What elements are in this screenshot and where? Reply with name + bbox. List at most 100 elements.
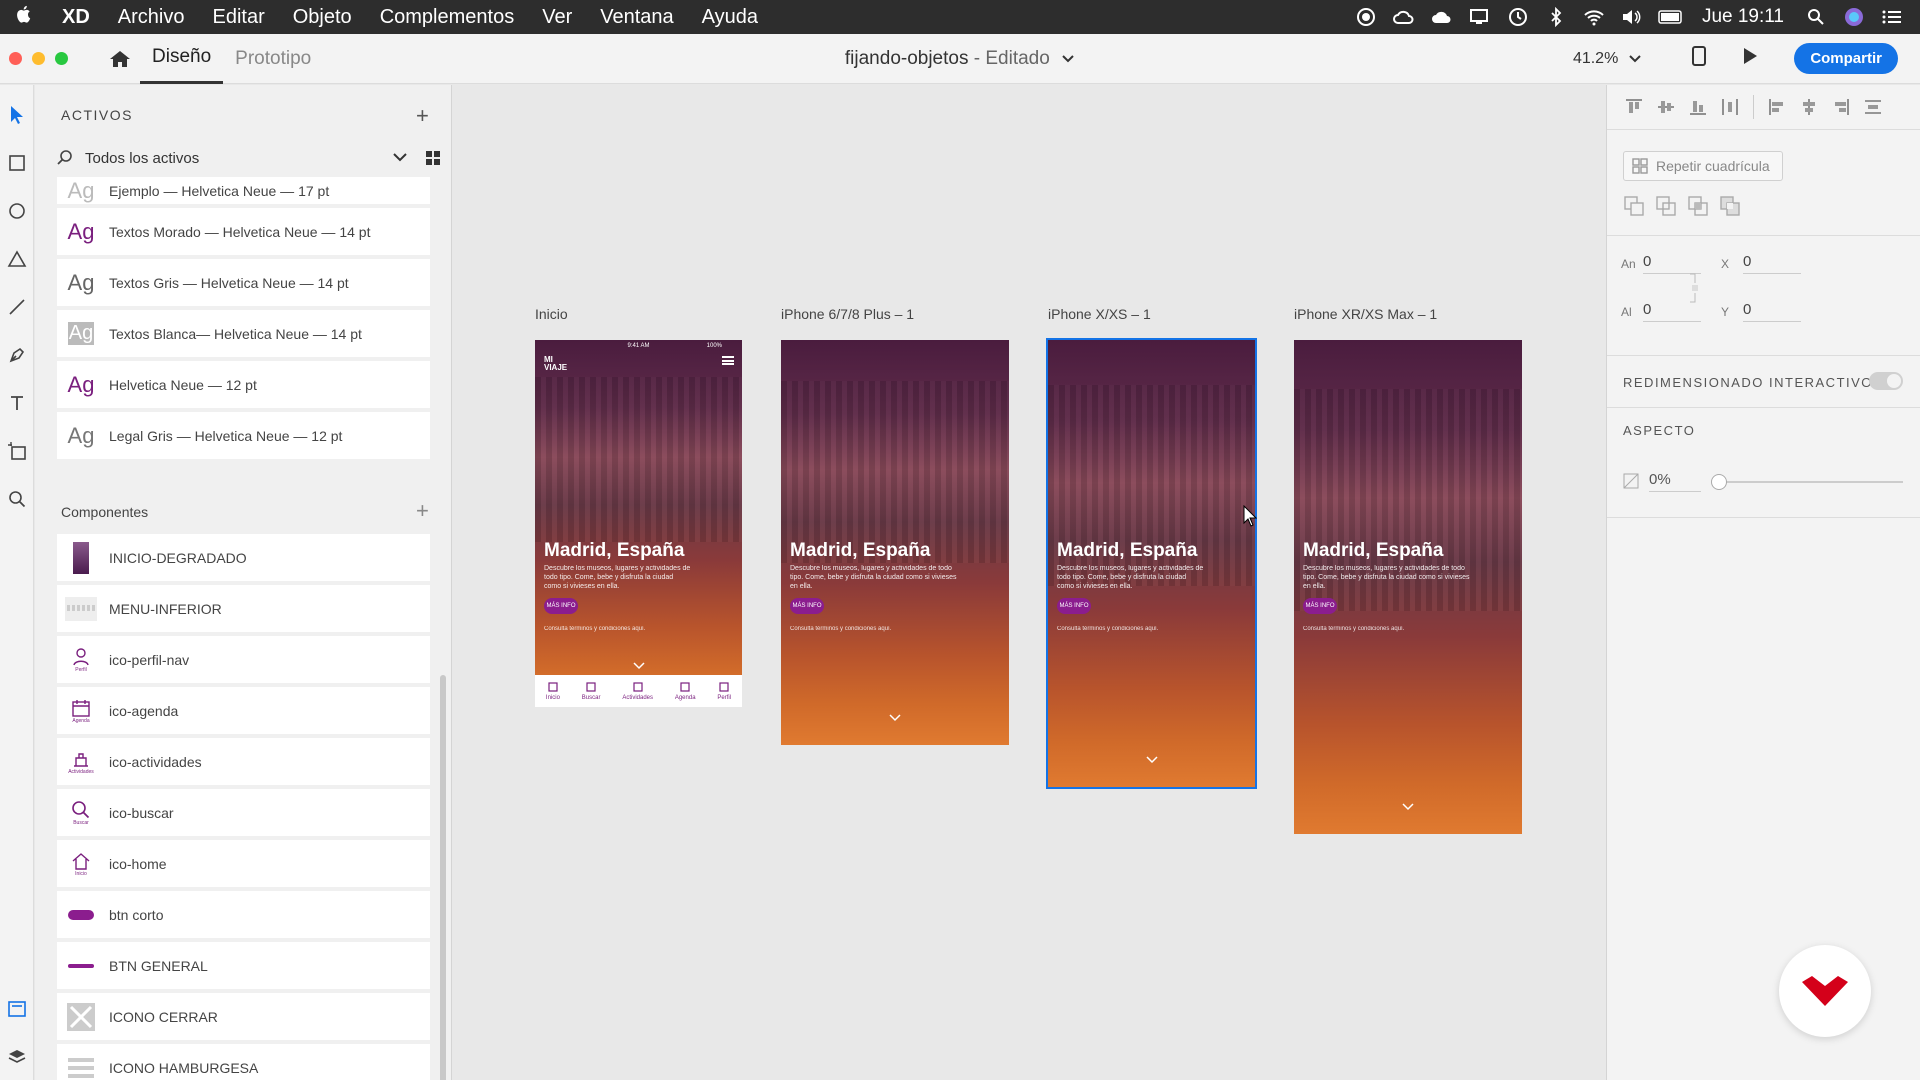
repeat-grid-button[interactable]: Repetir cuadrícula xyxy=(1623,151,1783,181)
menubar-clock[interactable]: Jue 19:11 xyxy=(1696,6,1790,28)
ellipse-tool-icon[interactable] xyxy=(5,199,29,223)
tab-prototype[interactable]: Prototipo xyxy=(223,34,323,84)
char-style-item[interactable]: Ag Textos Morado — Helvetica Neue — 14 pt xyxy=(57,208,430,255)
apple-icon[interactable] xyxy=(0,4,48,30)
creative-cloud-icon[interactable] xyxy=(1392,7,1416,27)
design-canvas[interactable]: Inicio Madrid, España Descubre los museos,… xyxy=(453,85,1605,1080)
component-item[interactable]: ICONO HAMBURGESA xyxy=(57,1044,430,1080)
component-item[interactable]: MENU-INFERIOR xyxy=(57,585,430,632)
bottom-nav-item[interactable]: Inicio xyxy=(546,681,560,701)
more-info-button[interactable]: MÁS INFO xyxy=(1057,598,1091,614)
component-item[interactable]: INICIO-DEGRADADO xyxy=(57,534,430,581)
artboard[interactable]: Madrid, España Descubre los museos, lugar… xyxy=(1294,340,1522,834)
battery-icon[interactable] xyxy=(1658,7,1682,27)
time-machine-icon[interactable] xyxy=(1506,7,1530,27)
boolean-exclude-icon[interactable] xyxy=(1719,195,1741,217)
component-item[interactable]: BTN GENERAL xyxy=(57,942,430,989)
boolean-intersect-icon[interactable] xyxy=(1687,195,1709,217)
artboard-name[interactable]: iPhone XR/XS Max – 1 xyxy=(1294,306,1437,322)
artboard-tool-icon[interactable] xyxy=(5,439,29,463)
add-asset-icon[interactable]: + xyxy=(416,103,429,129)
terms-link[interactable]: Consulta términos y condiciones aquí. xyxy=(790,626,891,632)
align-right-icon[interactable] xyxy=(1832,98,1850,116)
bottom-nav-item[interactable]: Buscar xyxy=(582,681,600,701)
polygon-tool-icon[interactable] xyxy=(5,247,29,271)
zoom-tool-icon[interactable] xyxy=(5,487,29,511)
component-item[interactable]: Agenda ico-agenda xyxy=(57,687,430,734)
opacity-slider-track[interactable] xyxy=(1717,481,1903,483)
assets-filter[interactable]: Todos los activos xyxy=(57,143,442,173)
display-icon[interactable] xyxy=(1468,7,1492,27)
notification-center-icon[interactable] xyxy=(1880,7,1904,27)
responsive-resize-toggle[interactable] xyxy=(1869,372,1903,390)
artboard[interactable]: Madrid, España Descubre los museos, lugar… xyxy=(781,340,1009,745)
spotlight-search-icon[interactable] xyxy=(1804,7,1828,27)
pen-tool-icon[interactable] xyxy=(5,343,29,367)
menu-archivo[interactable]: Archivo xyxy=(104,6,199,29)
height-field[interactable]: 0 xyxy=(1643,301,1701,322)
align-middle-icon[interactable] xyxy=(1657,98,1675,116)
close-window-icon[interactable] xyxy=(9,52,22,65)
record-icon[interactable] xyxy=(1354,7,1378,27)
more-info-button[interactable]: MÁS INFO xyxy=(1303,598,1337,614)
tab-design[interactable]: Diseño xyxy=(140,34,224,84)
component-item[interactable]: Buscar ico-buscar xyxy=(57,789,430,836)
component-item[interactable]: Inicio ico-home xyxy=(57,840,430,887)
rectangle-tool-icon[interactable] xyxy=(5,151,29,175)
align-bottom-icon[interactable] xyxy=(1689,98,1707,116)
distribute-vertical-icon[interactable] xyxy=(1864,98,1882,116)
component-item[interactable]: Perfil ico-perfil-nav xyxy=(57,636,430,683)
wifi-icon[interactable] xyxy=(1582,7,1606,27)
boolean-subtract-icon[interactable] xyxy=(1655,195,1677,217)
align-top-icon[interactable] xyxy=(1625,98,1643,116)
menu-objeto[interactable]: Objeto xyxy=(279,6,366,29)
menu-editar[interactable]: Editar xyxy=(199,6,279,29)
width-field[interactable]: 0 xyxy=(1643,253,1701,274)
artboard-name[interactable]: iPhone X/XS – 1 xyxy=(1048,306,1151,322)
component-item[interactable]: ICONO CERRAR xyxy=(57,993,430,1040)
bottom-nav-item[interactable]: Agenda xyxy=(675,681,696,701)
component-item[interactable]: btn corto xyxy=(57,891,430,938)
terms-link[interactable]: Consulta términos y condiciones aquí. xyxy=(1057,626,1158,632)
app-name[interactable]: XD xyxy=(48,6,104,29)
bluetooth-icon[interactable] xyxy=(1544,7,1568,27)
add-component-icon[interactable]: + xyxy=(416,498,429,524)
more-info-button[interactable]: MÁS INFO xyxy=(544,598,578,614)
align-center-icon[interactable] xyxy=(1800,98,1818,116)
artboard-name[interactable]: iPhone 6/7/8 Plus – 1 xyxy=(781,306,914,322)
assets-panel-icon[interactable] xyxy=(5,997,29,1021)
distribute-horizontal-icon[interactable] xyxy=(1721,98,1739,116)
layers-panel-icon[interactable] xyxy=(5,1045,29,1069)
align-left-icon[interactable] xyxy=(1768,98,1786,116)
grid-view-icon[interactable] xyxy=(426,151,440,165)
chevron-down-icon[interactable] xyxy=(392,152,408,164)
terms-link[interactable]: Consulta términos y condiciones aquí. xyxy=(1303,626,1404,632)
select-tool-icon[interactable] xyxy=(5,103,29,127)
zoom-control[interactable]: 41.2% xyxy=(1573,50,1642,68)
artboard[interactable]: Madrid, España Descubre los museos, lugar… xyxy=(1046,338,1257,789)
line-tool-icon[interactable] xyxy=(5,295,29,319)
char-style-item[interactable]: Ag Legal Gris — Helvetica Neue — 12 pt xyxy=(57,412,430,459)
char-style-item[interactable]: Ag Textos Gris — Helvetica Neue — 14 pt xyxy=(57,259,430,306)
minimize-window-icon[interactable] xyxy=(32,52,45,65)
x-field[interactable]: 0 xyxy=(1743,253,1801,274)
char-style-item[interactable]: Ag Ejemplo — Helvetica Neue — 17 pt xyxy=(57,177,430,204)
menu-ventana[interactable]: Ventana xyxy=(586,6,687,29)
opacity-slider-handle[interactable] xyxy=(1711,474,1727,490)
share-button[interactable]: Compartir xyxy=(1794,43,1898,74)
siri-icon[interactable] xyxy=(1842,7,1866,27)
maximize-window-icon[interactable] xyxy=(55,52,68,65)
assets-scrollbar[interactable] xyxy=(440,675,446,1080)
menu-ver[interactable]: Ver xyxy=(528,6,586,29)
hamburger-icon[interactable] xyxy=(722,356,734,365)
opacity-field[interactable]: 0% xyxy=(1649,471,1701,492)
icloud-icon[interactable] xyxy=(1430,7,1454,27)
char-style-item[interactable]: Ag Helvetica Neue — 12 pt xyxy=(57,361,430,408)
menu-ayuda[interactable]: Ayuda xyxy=(688,6,772,29)
play-preview-icon[interactable] xyxy=(1742,47,1758,70)
more-info-button[interactable]: MÁS INFO xyxy=(790,598,824,614)
bottom-nav-item[interactable]: Perfil xyxy=(717,681,731,701)
char-style-item[interactable]: Ag Textos Blanca— Helvetica Neue — 14 pt xyxy=(57,310,430,357)
terms-link[interactable]: Consulta términos y condiciones aquí. xyxy=(544,626,645,632)
volume-icon[interactable] xyxy=(1620,7,1644,27)
